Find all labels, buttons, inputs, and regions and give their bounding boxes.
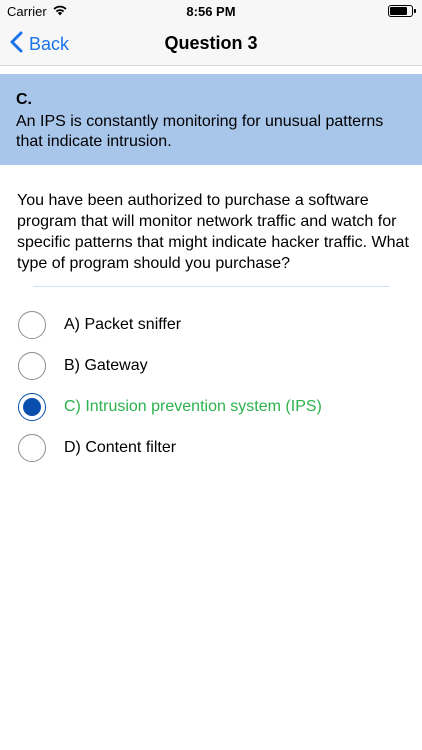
radio-selected-dot [23, 398, 41, 416]
battery-level [390, 7, 407, 15]
option-label: B) Gateway [64, 357, 148, 374]
divider [33, 286, 389, 287]
quiz-screen: Carrier 8:56 PM Back Question 3 C. An IP… [0, 0, 422, 750]
battery-tip [414, 9, 416, 13]
status-bar: Carrier 8:56 PM [0, 0, 422, 22]
navigation-bar: Back Question 3 [0, 22, 422, 66]
radio-button[interactable] [18, 352, 46, 380]
question-text: You have been authorized to purchase a s… [17, 192, 409, 272]
option-label: D) Content filter [64, 439, 177, 456]
radio-button[interactable] [18, 311, 46, 339]
radio-button-selected[interactable] [18, 393, 46, 421]
option-d[interactable]: D) Content filter [0, 431, 422, 472]
radio-button[interactable] [18, 434, 46, 462]
options-list: A) Packet sniffer B) Gateway C) Intrusio… [0, 308, 422, 472]
page-title: Question 3 [164, 33, 258, 53]
answer-banner: C. An IPS is constantly monitoring for u… [0, 74, 422, 165]
option-label-correct: C) Intrusion prevention system (IPS) [64, 398, 322, 415]
battery-icon [388, 5, 416, 17]
option-a[interactable]: A) Packet sniffer [0, 308, 422, 349]
option-c[interactable]: C) Intrusion prevention system (IPS) [0, 390, 422, 431]
answer-explanation: An IPS is constantly monitoring for unus… [16, 113, 384, 150]
option-b[interactable]: B) Gateway [0, 349, 422, 390]
option-label: A) Packet sniffer [64, 316, 182, 333]
answer-letter: C. [16, 91, 32, 108]
status-time: 8:56 PM [186, 4, 236, 19]
